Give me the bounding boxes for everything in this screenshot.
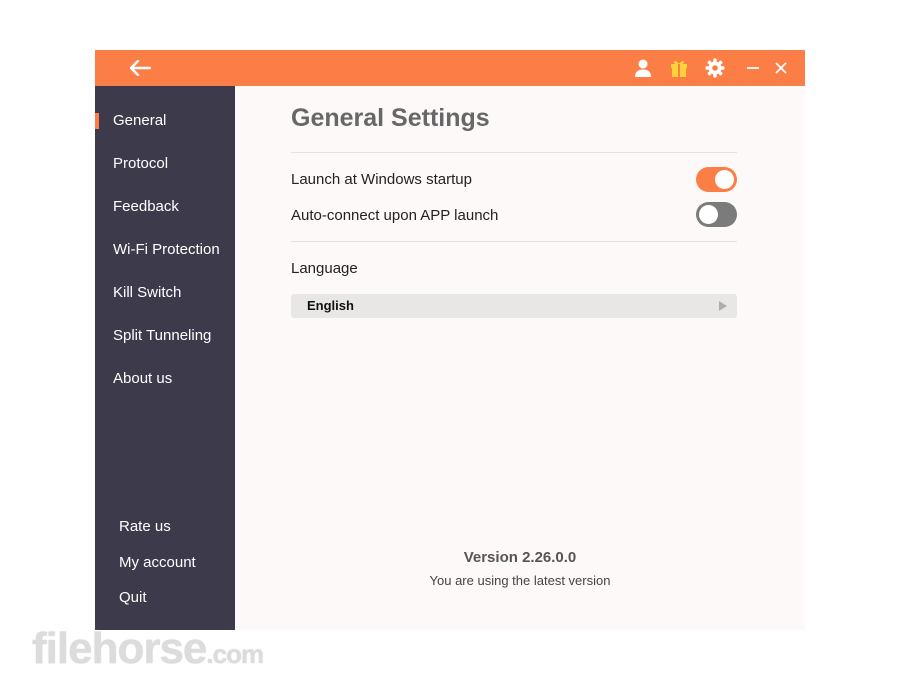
sidebar-item-label: Wi-Fi Protection bbox=[113, 241, 220, 258]
divider bbox=[291, 241, 737, 242]
sidebar-item-general[interactable]: General bbox=[95, 106, 235, 136]
launch-at-startup-toggle[interactable] bbox=[696, 167, 737, 192]
sidebar-item-kill-switch[interactable]: Kill Switch bbox=[95, 278, 235, 308]
minimize-button[interactable] bbox=[741, 56, 765, 80]
sidebar-item-label: Split Tunneling bbox=[113, 327, 212, 344]
chevron-right-icon bbox=[719, 301, 727, 311]
sidebar-item-label: Protocol bbox=[113, 155, 169, 172]
sidebar-item-split-tunneling[interactable]: Split Tunneling bbox=[95, 321, 235, 351]
gift-icon bbox=[671, 60, 687, 77]
page-title: General Settings bbox=[291, 104, 490, 132]
sidebar-item-label: General bbox=[113, 112, 167, 129]
watermark-logo: filehorse.com bbox=[32, 624, 264, 674]
sidebar-item-label: Kill Switch bbox=[113, 284, 182, 301]
auto-connect-label: Auto-connect upon APP launch bbox=[291, 207, 499, 224]
language-select-value: English bbox=[307, 298, 354, 313]
rate-us-link[interactable]: Rate us bbox=[119, 514, 171, 540]
sidebar-item-label: About us bbox=[113, 370, 173, 387]
toggle-knob bbox=[715, 170, 734, 189]
account-button[interactable] bbox=[631, 56, 655, 80]
app-window: General Protocol Feedback Wi-Fi Protecti… bbox=[95, 50, 805, 630]
watermark-suffix: .com bbox=[206, 639, 264, 669]
toggle-knob bbox=[699, 205, 718, 224]
sidebar-item-feedback[interactable]: Feedback bbox=[95, 192, 235, 222]
language-label: Language bbox=[291, 260, 358, 277]
user-icon bbox=[635, 59, 651, 77]
watermark-text: filehorse bbox=[32, 624, 207, 673]
divider bbox=[291, 152, 737, 153]
close-icon bbox=[775, 62, 787, 74]
sidebar-item-protocol[interactable]: Protocol bbox=[95, 149, 235, 179]
title-bar bbox=[95, 50, 805, 86]
settings-button[interactable] bbox=[703, 56, 727, 80]
sidebar: General Protocol Feedback Wi-Fi Protecti… bbox=[95, 86, 235, 630]
sidebar-item-label: Feedback bbox=[113, 198, 179, 215]
gear-icon bbox=[705, 58, 725, 78]
close-button[interactable] bbox=[769, 56, 793, 80]
sidebar-item-about-us[interactable]: About us bbox=[95, 364, 235, 394]
settings-panel: General Settings Launch at Windows start… bbox=[235, 86, 805, 630]
version-status: You are using the latest version bbox=[429, 573, 611, 588]
my-account-link[interactable]: My account bbox=[119, 550, 196, 576]
language-select[interactable]: English bbox=[291, 294, 737, 318]
quit-link[interactable]: Quit bbox=[119, 585, 147, 611]
launch-at-startup-label: Launch at Windows startup bbox=[291, 171, 472, 188]
sidebar-item-wifi-protection[interactable]: Wi-Fi Protection bbox=[95, 235, 235, 265]
auto-connect-toggle[interactable] bbox=[696, 202, 737, 227]
version-text: Version 2.26.0.0 bbox=[463, 549, 577, 566]
minimize-icon bbox=[747, 67, 759, 69]
back-button[interactable] bbox=[125, 56, 155, 80]
back-arrow-icon bbox=[129, 60, 151, 76]
gift-button[interactable] bbox=[667, 56, 691, 80]
